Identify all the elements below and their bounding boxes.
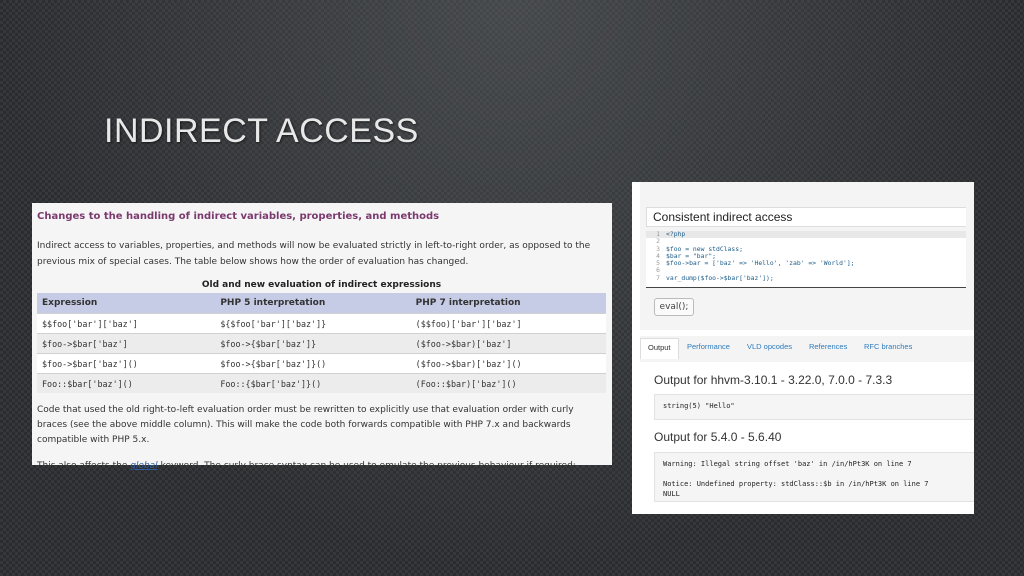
table-header-row: Expression PHP 5 interpretation PHP 7 in…	[37, 293, 606, 314]
tab-output[interactable]: Output	[640, 338, 679, 359]
doc-intro: Indirect access to variables, properties…	[37, 241, 591, 267]
table-cell: Foo::$bar['baz']()	[37, 373, 216, 393]
evaluation-table: Expression PHP 5 interpretation PHP 7 in…	[37, 293, 606, 393]
table-cell: (Foo::$bar)['baz']()	[410, 373, 606, 393]
slide-title: INDIRECT ACCESS	[104, 112, 419, 150]
table-cell: $foo->$bar['baz']	[37, 333, 216, 354]
table-row: $$foo['bar']['baz'] ${$foo['bar']['baz']…	[37, 313, 606, 334]
code-line: 1 <?php	[646, 230, 966, 239]
code-line: 5 $foo->bar = ['baz' => 'Hello', 'zab' =>…	[646, 259, 966, 268]
output-heading: Output for 5.4.0 - 5.6.40	[654, 430, 782, 444]
code-sandbox-panel: Consistent indirect access 1 <?php 2 3 $fo…	[632, 182, 974, 514]
code-line: 7 var_dump($foo->$bar['baz']);	[646, 273, 966, 282]
table-row: Foo::$bar['baz']() Foo::{$bar['baz']}() …	[37, 373, 606, 393]
output-heading: Output for hhvm-3.10.1 - 3.22.0, 7.0.0 -…	[654, 373, 893, 387]
global-note-prefix: This also affects the	[37, 461, 131, 471]
table-cell: $foo->{$bar['baz']}	[215, 333, 411, 354]
table-cell: ($foo->$bar)['baz']	[410, 333, 606, 354]
table-cell: Foo::{$bar['baz']}()	[215, 373, 411, 393]
code-editor[interactable]: 1 <?php 2 3 $foo = new stdClass; 4 $bar = "…	[646, 230, 966, 288]
doc-global-note: This also affects the global keyword. Th…	[37, 458, 606, 474]
tab-rfc-branches[interactable]: RFC branches	[864, 342, 912, 351]
table-cell: ${$foo['bar']['baz']}	[215, 313, 411, 334]
global-keyword-link[interactable]: global	[130, 461, 157, 471]
output-box: string(5) "Hello"	[654, 394, 974, 420]
table-cell: $foo->{$bar['baz']}()	[215, 353, 411, 374]
column-header: Expression	[37, 293, 216, 314]
tab-performance[interactable]: Performance	[687, 342, 730, 351]
line-number: 7	[656, 273, 660, 282]
column-header: PHP 5 interpretation	[215, 293, 411, 314]
code-text: var_dump($foo->$bar['baz']);	[666, 273, 774, 282]
output-box: Warning: Illegal string offset 'baz' in …	[654, 452, 974, 502]
tab-vld-opcodes[interactable]: VLD opcodes	[747, 342, 792, 351]
tab-references[interactable]: References	[809, 342, 847, 351]
documentation-panel: Changes to the handling of indirect vari…	[32, 203, 612, 471]
snippet-title-input[interactable]: Consistent indirect access	[646, 207, 966, 227]
table-caption: Old and new evaluation of indirect expre…	[201, 280, 442, 290]
code-text: $foo->bar = ['baz' => 'Hello', 'zab' => …	[666, 259, 855, 268]
global-note-suffix: keyword. The curly brace syntax can be u…	[157, 461, 576, 471]
table-cell: ($foo->$bar)['baz']()	[410, 353, 606, 374]
column-header: PHP 7 interpretation	[410, 293, 606, 314]
table-row: $foo->$bar['baz'] $foo->{$bar['baz']} ($…	[37, 333, 606, 354]
doc-heading: Changes to the handling of indirect vari…	[37, 211, 440, 222]
eval-button[interactable]: eval();	[654, 298, 694, 316]
eval-row: eval();	[640, 288, 974, 330]
doc-after-text: Code that used the old right-to-left eva…	[37, 405, 574, 445]
code-text: <?php	[666, 230, 686, 238]
table-cell: $foo->$bar['baz']()	[37, 353, 216, 374]
table-cell: ($$foo)['bar']['baz']	[410, 313, 606, 334]
table-row: $foo->$bar['baz']() $foo->{$bar['baz']}(…	[37, 353, 606, 374]
table-cell: $$foo['bar']['baz']	[37, 313, 216, 334]
